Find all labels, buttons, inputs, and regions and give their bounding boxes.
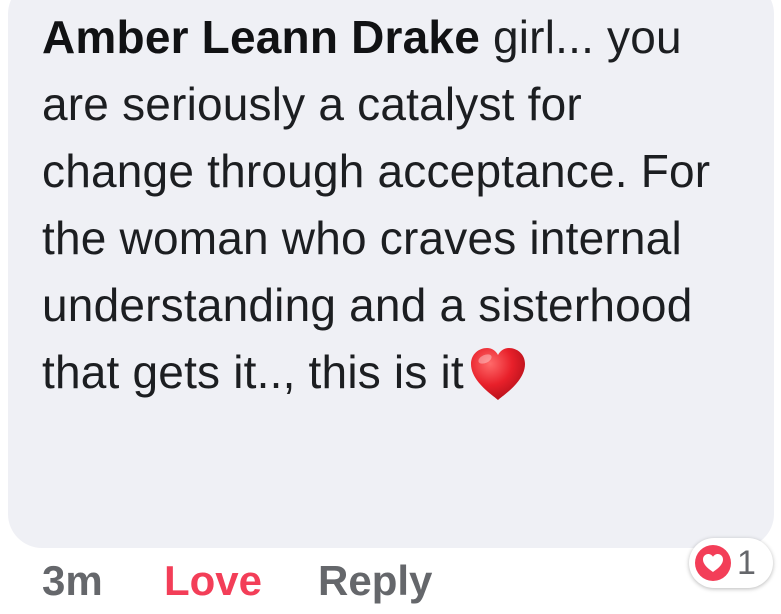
comment-timestamp[interactable]: 3m <box>42 556 103 606</box>
reaction-count: 1 <box>737 544 756 582</box>
red-heart-icon <box>470 348 525 400</box>
comment-author-name[interactable]: Amber Leann Drake <box>42 11 480 63</box>
reply-button[interactable]: Reply <box>318 556 432 606</box>
love-reaction-icon <box>695 545 731 581</box>
comment-body: girl... you are seriously a catalyst for… <box>42 11 711 398</box>
love-button[interactable]: Love <box>164 556 262 606</box>
comment-actions: 3m Love Reply 1 <box>0 538 781 614</box>
reaction-summary[interactable]: 1 <box>689 538 773 588</box>
comment-text: Amber Leann Drake girl... you are seriou… <box>42 4 742 406</box>
